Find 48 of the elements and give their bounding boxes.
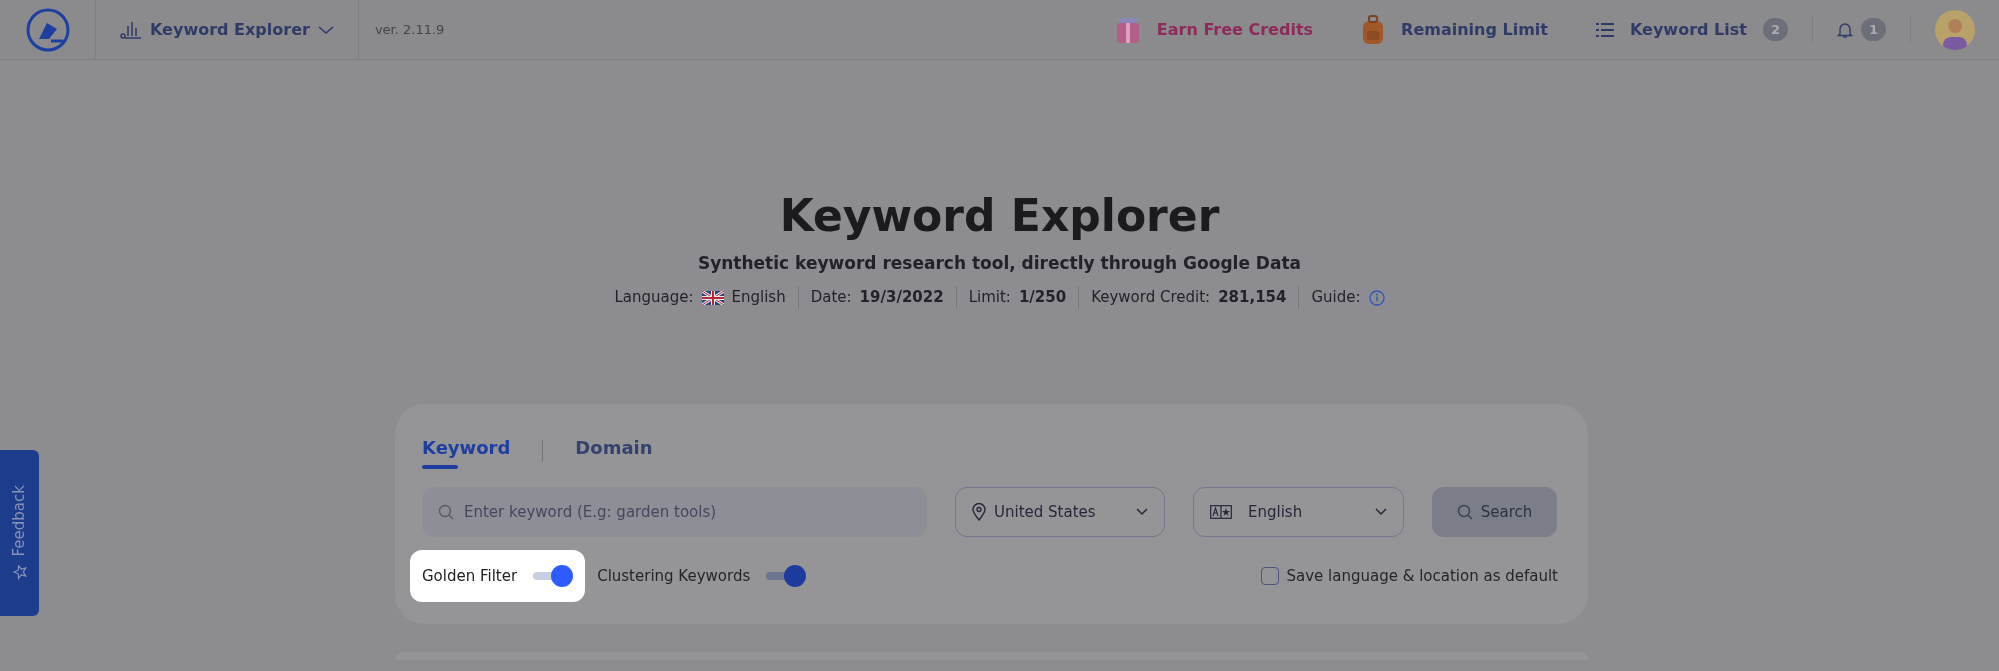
meta-label: Language:: [614, 287, 694, 309]
count-badge: 2: [1762, 17, 1788, 42]
meta-label: Date:: [810, 287, 852, 309]
search-icon: [438, 503, 454, 520]
chevron-down-icon: [1375, 507, 1387, 516]
info-icon[interactable]: [1368, 289, 1385, 306]
meta-label: Limit:: [968, 287, 1011, 309]
app-switcher[interactable]: Keyword Explorer: [96, 17, 358, 42]
chevron-down-icon: [317, 24, 334, 35]
feedback-tab[interactable]: Feedback: [0, 450, 39, 616]
location-select[interactable]: United States: [955, 486, 1165, 537]
version-text: ver. 2.11.9: [374, 20, 445, 39]
toggle-label: Golden Filter: [422, 565, 518, 587]
header-link[interactable]: Keyword List 2: [1571, 0, 1812, 59]
avatar[interactable]: [1935, 9, 1975, 50]
meta-value: 19/3/2022: [859, 287, 944, 309]
tab[interactable]: Keyword: [422, 433, 511, 469]
star-icon: [11, 564, 28, 581]
list-icon: [1595, 21, 1614, 38]
logo-icon: [24, 6, 71, 53]
meta-value: English: [731, 287, 786, 309]
count-badge: 1: [1860, 17, 1886, 42]
backpack-icon: [1361, 14, 1386, 45]
pin-icon: [972, 502, 986, 521]
bell-icon: [1836, 20, 1853, 39]
checkbox-label: Save language & location as default: [1286, 565, 1558, 587]
meta-value: 281,154: [1218, 287, 1287, 309]
toggle-label: Clustering Keywords: [597, 565, 751, 587]
meta-label: Guide:: [1311, 287, 1361, 309]
keyword-input[interactable]: Enter keyword (E.g: garden tools): [422, 486, 927, 537]
page-subtitle: Synthetic keyword research tool, directly through Google Data: [696, 251, 1303, 275]
translate-icon: [1210, 504, 1232, 519]
page-title: Keyword Explorer: [778, 190, 1221, 243]
toggle-switch[interactable]: [766, 563, 807, 588]
toggle-switch[interactable]: [533, 563, 574, 588]
meta-value: 1/250: [1018, 287, 1067, 309]
search-icon: [1456, 503, 1473, 520]
app-title: Keyword Explorer: [150, 18, 310, 41]
flag-icon: [701, 290, 724, 305]
checkbox[interactable]: [1260, 566, 1279, 585]
meta-label: Keyword Credit:: [1091, 287, 1211, 309]
tab[interactable]: Domain: [575, 433, 653, 469]
chevron-down-icon: [1136, 507, 1148, 516]
header-link[interactable]: Earn Free Credits: [1090, 0, 1338, 59]
chart-icon: [120, 19, 142, 40]
language-select[interactable]: English: [1193, 486, 1404, 537]
notifications-button[interactable]: 1: [1812, 17, 1910, 42]
header-link[interactable]: Remaining Limit: [1337, 0, 1572, 59]
